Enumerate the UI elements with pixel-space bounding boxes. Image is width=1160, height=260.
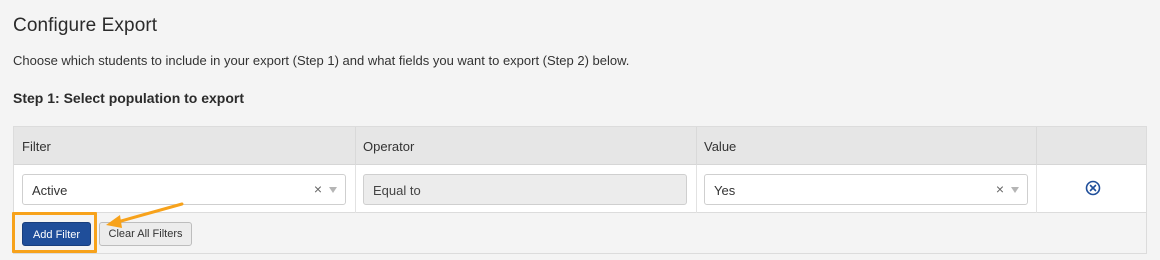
cell-divider bbox=[1036, 165, 1037, 213]
clear-x-icon[interactable]: × bbox=[314, 181, 322, 197]
cell-divider bbox=[355, 165, 356, 213]
header-divider bbox=[355, 127, 356, 165]
header-filter: Filter bbox=[22, 139, 51, 154]
cell-divider bbox=[696, 165, 697, 213]
header-value: Value bbox=[704, 139, 737, 154]
filter-select-value: Active bbox=[32, 183, 68, 198]
value-select-value: Yes bbox=[714, 183, 736, 198]
page-title: Configure Export bbox=[13, 15, 158, 36]
highlight-box bbox=[12, 212, 97, 253]
value-select[interactable]: Yes × bbox=[704, 174, 1028, 205]
filter-table-header: Filter Operator Value bbox=[14, 127, 1146, 165]
header-operator: Operator bbox=[363, 139, 415, 154]
chevron-down-icon[interactable] bbox=[329, 187, 337, 193]
header-divider bbox=[696, 127, 697, 165]
chevron-down-icon[interactable] bbox=[1011, 187, 1019, 193]
step1-heading: Step 1: Select population to export bbox=[13, 90, 245, 106]
page-description: Choose which students to include in your… bbox=[13, 53, 630, 68]
remove-circle-icon[interactable] bbox=[1085, 180, 1101, 196]
operator-field: Equal to bbox=[363, 174, 687, 205]
operator-field-value: Equal to bbox=[373, 183, 421, 198]
header-divider bbox=[1036, 127, 1037, 165]
clear-x-icon[interactable]: × bbox=[996, 181, 1004, 197]
annotation-arrow-icon bbox=[106, 202, 184, 228]
